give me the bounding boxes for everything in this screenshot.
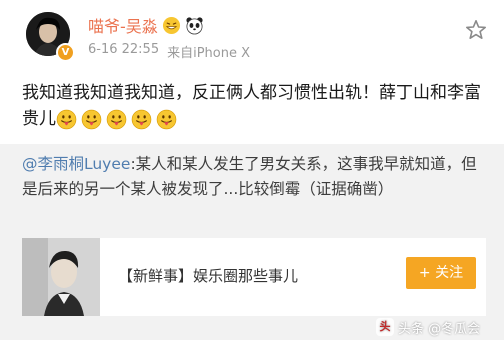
tongue-emoji-icon: [156, 109, 177, 129]
follow-button[interactable]: + 关注: [406, 257, 476, 289]
grin-emoji-icon: [162, 16, 180, 34]
name-row: 喵爷-吴淼: [88, 14, 204, 36]
repost-mention[interactable]: @李雨桐Luyee: [22, 155, 130, 173]
emoji-row: [56, 109, 177, 130]
post-header: V 喵爷-吴淼 6-16 22:55 来自iPhone X: [0, 0, 504, 72]
panda-emoji-icon: [186, 16, 203, 34]
watermark-logo-icon: 头: [376, 318, 394, 336]
post-timestamp: 6-16 22:55: [88, 42, 160, 57]
repost-text-block: @李雨桐Luyee:某人和某人发生了男女关系，这事我早就知道，但是后来的另一个某…: [22, 152, 486, 202]
repost-block[interactable]: @李雨桐Luyee:某人和某人发生了男女关系，这事我早就知道，但是后来的另一个某…: [0, 144, 504, 340]
tongue-emoji-icon: [131, 109, 152, 129]
tongue-emoji-icon: [56, 109, 77, 129]
card-title: 【新鲜事】娱乐圈那些事儿: [118, 267, 299, 285]
username[interactable]: 喵爷-吴淼: [88, 13, 158, 37]
post-source: 来自iPhone X: [167, 46, 251, 61]
card-thumbnail: [22, 238, 100, 316]
post-meta: 6-16 22:55 来自iPhone X: [88, 42, 250, 61]
link-card[interactable]: 【新鲜事】娱乐圈那些事儿 + 关注: [22, 238, 486, 316]
tongue-emoji-icon: [106, 109, 127, 129]
verified-badge: V: [56, 43, 75, 62]
post-body: 我知道我知道我知道，反正俩人都习惯性出轨！薛丁山和李富贵儿: [22, 80, 492, 132]
watermark: 头 头条 @冬瓜会: [376, 316, 480, 338]
watermark-label: 头条 @冬瓜会: [398, 321, 481, 337]
tongue-emoji-icon: [81, 109, 102, 129]
star-icon[interactable]: [464, 18, 488, 42]
